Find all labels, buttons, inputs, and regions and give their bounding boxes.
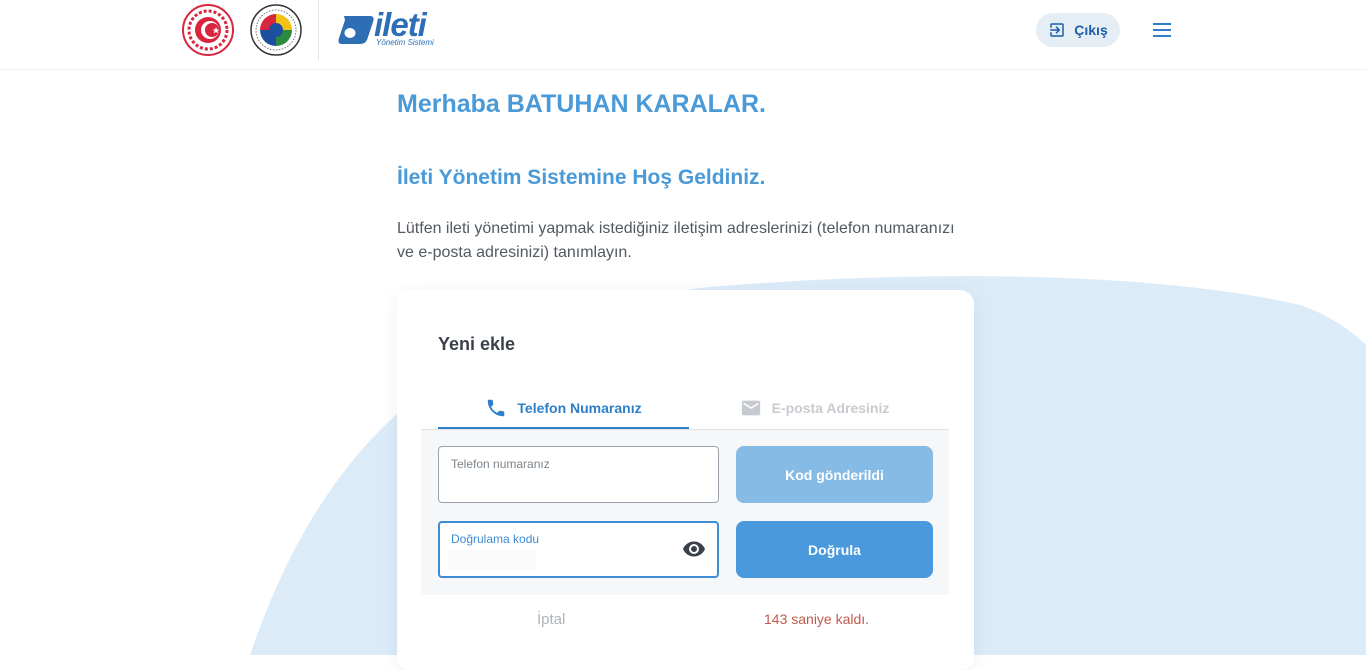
logout-label: Çıkış (1074, 22, 1108, 38)
card-title: Yeni ekle (438, 334, 516, 354)
countdown-text: 143 saniye kaldı. (764, 611, 870, 627)
phone-number-label: Telefon numaranız (451, 457, 550, 471)
code-sent-button[interactable]: Kod gönderildi (736, 446, 933, 503)
phone-number-field[interactable]: Telefon numaranız (438, 446, 719, 503)
tobb-emblem-logo (250, 4, 302, 56)
phone-form: Telefon numaranız Kod gönderildi Doğrula… (421, 430, 949, 595)
verification-code-input[interactable] (448, 550, 536, 570)
tab-phone[interactable]: Telefon Numaranız (438, 388, 689, 429)
intro-text: Lütfen ileti yönetimi yapmak istediğiniz… (397, 220, 955, 261)
ministry-emblem-logo (182, 4, 234, 56)
logout-button[interactable]: Çıkış (1036, 13, 1120, 47)
ileti-logo[interactable]: ileti Yönetim Sistemi (336, 6, 446, 52)
ileti-brand-subtitle: Yönetim Sistemi (376, 38, 434, 47)
logo-divider (318, 0, 319, 60)
greeting-heading: Merhaba BATUHAN KARALAR. (397, 90, 766, 118)
verify-button[interactable]: Doğrula (736, 521, 933, 578)
eye-icon[interactable] (682, 540, 706, 558)
ileti-mark-icon (338, 16, 374, 44)
verification-code-field[interactable]: Doğrulama kodu (438, 521, 719, 578)
tab-phone-label: Telefon Numaranız (517, 399, 642, 416)
top-header: ileti Yönetim Sistemi Çıkış (0, 0, 1366, 70)
mail-icon (741, 400, 760, 416)
verification-code-label: Doğrulama kodu (451, 532, 540, 546)
add-contact-card: Yeni ekle Telefon Numaranız E-posta Adre… (397, 290, 974, 670)
hamburger-menu-icon[interactable] (1150, 18, 1174, 42)
phone-icon (488, 399, 505, 416)
tab-email[interactable]: E-posta Adresiniz (689, 388, 940, 428)
logout-icon (1050, 23, 1065, 37)
welcome-heading: İleti Yönetim Sistemine Hoş Geldiniz. (397, 166, 766, 189)
tab-email-label: E-posta Adresiniz (771, 400, 890, 416)
contact-type-tabs: Telefon Numaranız E-posta Adresiniz (421, 388, 949, 430)
cancel-link[interactable]: İptal (537, 611, 565, 628)
